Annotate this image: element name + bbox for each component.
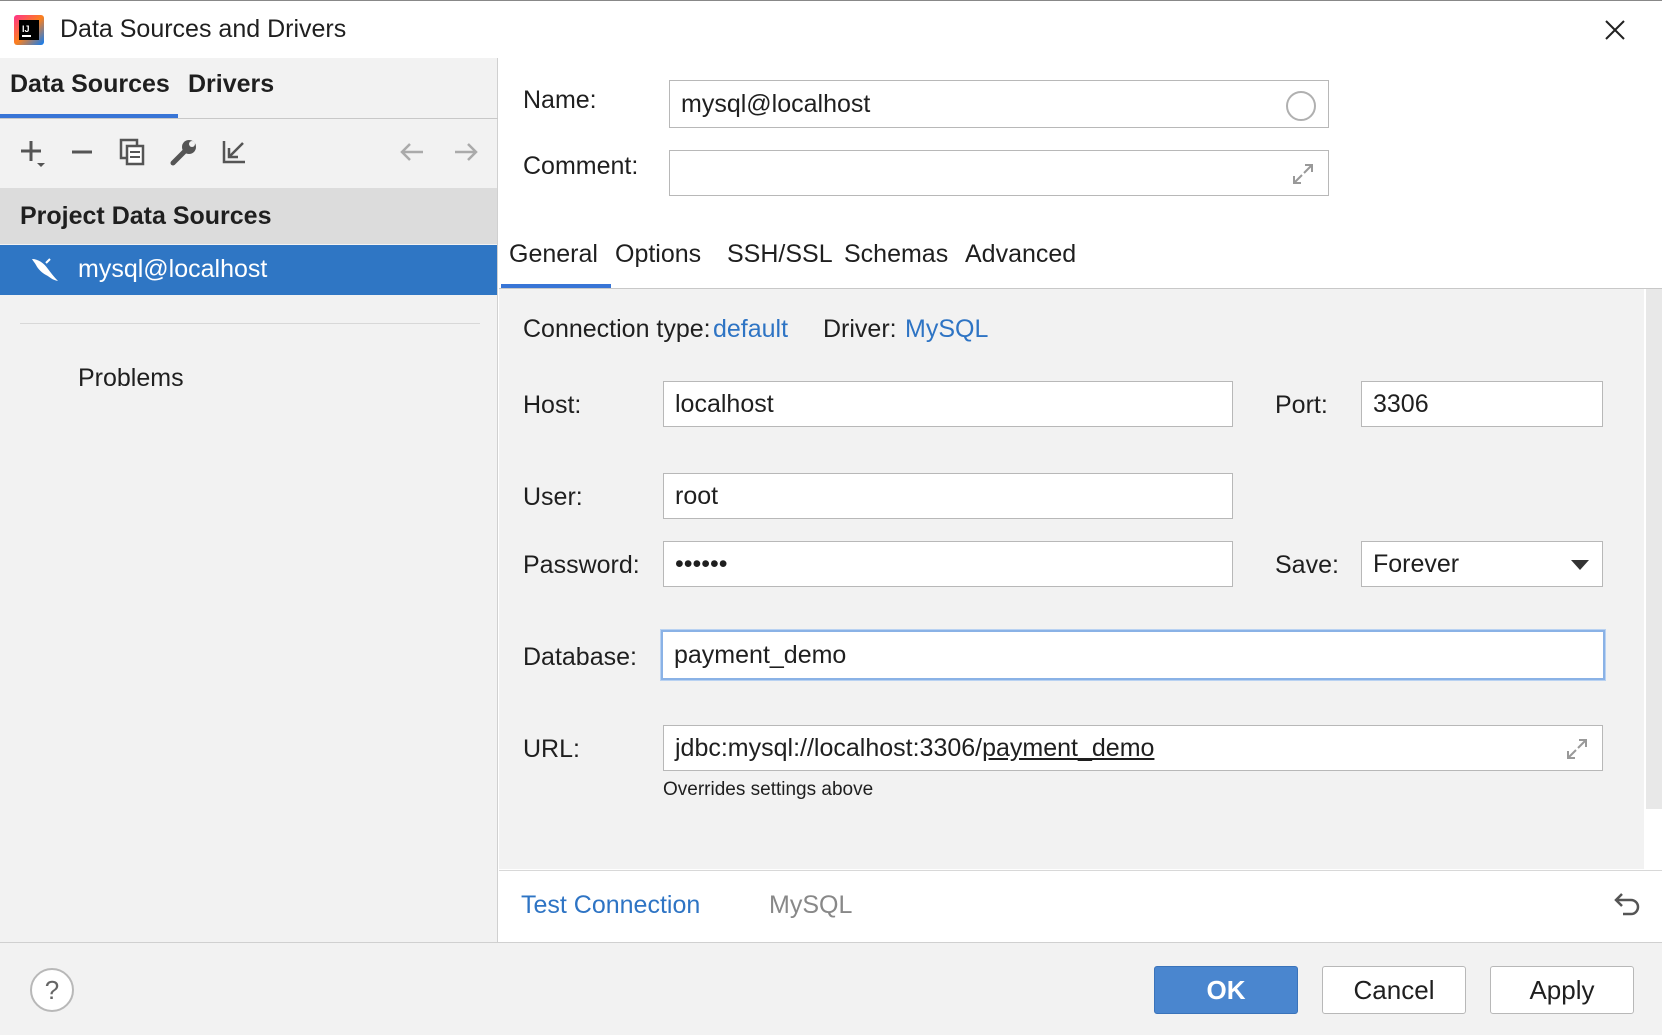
general-tab-content: Connection type: default Driver: MySQL H… (499, 289, 1644, 869)
svg-text:IJ: IJ (22, 24, 30, 34)
name-field[interactable]: mysql@localhost (669, 80, 1329, 128)
driver-label: Driver: (823, 315, 897, 343)
chevron-down-icon (1571, 560, 1589, 570)
left-panel: Data Sources Drivers Project Data Source… (0, 58, 498, 942)
forward-arrow-icon (455, 143, 478, 161)
duplicate-icon (119, 138, 145, 166)
back-button[interactable] (392, 132, 432, 172)
database-input[interactable]: payment_demo (661, 630, 1605, 680)
divider (0, 118, 498, 119)
driver-name-label: MySQL (769, 891, 853, 919)
url-hint: Overrides settings above (663, 779, 874, 800)
database-label: Database: (523, 643, 637, 671)
tab-options[interactable]: Options (615, 240, 701, 269)
help-button[interactable]: ? (30, 968, 74, 1012)
name-label: Name: (523, 86, 597, 114)
save-label: Save: (1275, 551, 1339, 579)
url-label: URL: (523, 735, 580, 763)
save-value: Forever (1373, 549, 1460, 578)
add-button[interactable] (12, 132, 52, 172)
tab-advanced[interactable]: Advanced (965, 240, 1076, 269)
expand-icon[interactable] (1564, 736, 1590, 762)
port-input[interactable]: 3306 (1361, 381, 1603, 427)
intellij-app-icon: IJ (14, 15, 44, 45)
ok-button[interactable]: OK (1154, 966, 1298, 1014)
name-value: mysql@localhost (681, 89, 871, 118)
remove-button[interactable] (62, 132, 102, 172)
connection-type-label: Connection type: (523, 315, 711, 343)
cancel-button[interactable]: Cancel (1322, 966, 1466, 1014)
duplicate-button[interactable] (112, 132, 152, 172)
url-database-part: payment_demo (982, 733, 1155, 762)
title-bar: IJ Data Sources and Drivers (0, 0, 1662, 58)
comment-field[interactable] (669, 150, 1329, 196)
driver-link[interactable]: MySQL (905, 315, 988, 344)
apply-button[interactable]: Apply (1490, 966, 1634, 1014)
url-input[interactable]: jdbc:mysql://localhost:3306/payment_demo (663, 725, 1603, 771)
port-label: Port: (1275, 391, 1328, 419)
tab-ssh-ssl[interactable]: SSH/SSL (727, 240, 833, 269)
section-header-label: Project Data Sources (20, 202, 272, 230)
mysql-dolphin-icon (32, 258, 58, 281)
tab-schemas[interactable]: Schemas (844, 240, 948, 269)
user-input[interactable]: root (663, 473, 1233, 519)
tab-general[interactable]: General (509, 240, 598, 269)
revert-icon[interactable] (1611, 890, 1643, 922)
window-title: Data Sources and Drivers (60, 15, 347, 43)
color-circle-icon[interactable] (1286, 91, 1316, 121)
add-icon (21, 141, 45, 167)
tab-drivers[interactable]: Drivers (188, 70, 274, 99)
close-icon[interactable] (1600, 15, 1630, 45)
remove-icon (72, 150, 92, 154)
import-icon (222, 141, 245, 164)
port-value: 3306 (1373, 389, 1429, 418)
properties-button[interactable] (164, 132, 204, 172)
vertical-scrollbar[interactable] (1646, 289, 1662, 809)
url-prefix: jdbc:mysql://localhost:3306/ (675, 733, 983, 762)
host-value: localhost (675, 389, 774, 418)
wrench-icon (170, 140, 196, 166)
password-value: •••••• (675, 549, 728, 578)
password-label: Password: (523, 551, 640, 579)
user-value: root (675, 481, 719, 510)
divider (20, 323, 480, 324)
forward-button[interactable] (446, 132, 486, 172)
user-label: User: (523, 483, 583, 511)
back-arrow-icon (400, 143, 423, 161)
expand-icon[interactable] (1290, 161, 1316, 187)
tab-data-sources[interactable]: Data Sources (10, 70, 170, 99)
host-label: Host: (523, 391, 582, 419)
host-input[interactable]: localhost (663, 381, 1233, 427)
database-value: payment_demo (674, 640, 847, 669)
divider (499, 870, 1662, 871)
dialog-button-bar: ? OK Cancel Apply (0, 942, 1662, 1035)
connection-type-link[interactable]: default (713, 315, 788, 344)
test-connection-link[interactable]: Test Connection (521, 891, 700, 920)
password-input[interactable]: •••••• (663, 541, 1233, 587)
right-panel: Name: mysql@localhost Comment: General O… (499, 58, 1662, 942)
problems-item[interactable]: Problems (78, 364, 184, 393)
data-source-label: mysql@localhost (78, 255, 268, 283)
save-select[interactable]: Forever (1361, 541, 1603, 587)
data-source-item-mysql[interactable]: mysql@localhost (0, 245, 497, 295)
import-button[interactable] (214, 132, 254, 172)
project-data-sources-header: Project Data Sources (0, 188, 497, 244)
comment-label: Comment: (523, 152, 639, 180)
